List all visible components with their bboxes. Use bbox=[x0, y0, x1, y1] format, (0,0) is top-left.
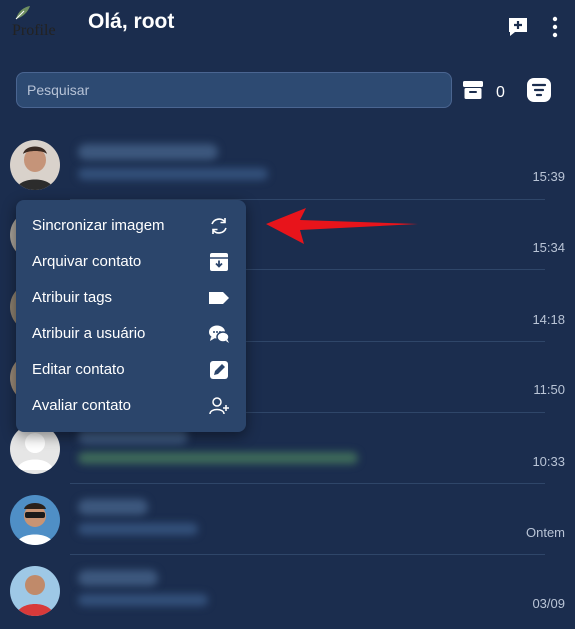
menu-item-label: Atribuir tags bbox=[32, 289, 113, 306]
blurred-message-preview bbox=[78, 594, 208, 606]
chat-time: 11:50 bbox=[533, 382, 565, 397]
pencil-icon bbox=[210, 361, 228, 379]
user-plus-icon bbox=[209, 397, 229, 415]
blurred-message-preview bbox=[78, 452, 358, 464]
chat-time: 10:33 bbox=[532, 454, 565, 469]
menu-item-label: Arquivar contato bbox=[32, 253, 142, 270]
profile-alt-text: Profile bbox=[12, 22, 56, 39]
archive-icon[interactable] bbox=[462, 79, 484, 101]
menu-item-label: Avaliar contato bbox=[32, 397, 131, 414]
profile-image[interactable]: Profile bbox=[10, 5, 60, 43]
new-chat-icon[interactable] bbox=[506, 15, 530, 39]
menu-item-archive-contact[interactable]: Arquivar contato bbox=[16, 244, 246, 280]
divider bbox=[70, 483, 545, 484]
menu-item-assign-tags[interactable]: Atribuir tags bbox=[16, 280, 246, 316]
menu-item-edit-contact[interactable]: Editar contato bbox=[16, 352, 246, 388]
contact-context-menu: Sincronizar imagem Arquivar contato Atri… bbox=[16, 200, 246, 432]
blurred-contact-name bbox=[78, 570, 158, 586]
avatar bbox=[10, 140, 60, 190]
chat-time: 15:39 bbox=[532, 169, 565, 184]
more-options-icon[interactable] bbox=[548, 15, 562, 39]
chat-time: 14:18 bbox=[532, 312, 565, 327]
sync-icon bbox=[211, 218, 227, 234]
menu-item-label: Editar contato bbox=[32, 361, 125, 378]
avatar bbox=[10, 495, 60, 545]
chat-time: Ontem bbox=[525, 525, 565, 540]
chat-list-item[interactable]: 15:39 bbox=[0, 130, 575, 200]
blurred-contact-name bbox=[78, 144, 218, 160]
leaf-icon bbox=[15, 6, 30, 20]
blurred-message-preview bbox=[78, 168, 268, 180]
search-input[interactable] bbox=[17, 73, 451, 107]
menu-item-rate-contact[interactable]: Avaliar contato bbox=[16, 388, 246, 424]
avatar bbox=[10, 566, 60, 616]
chat-list-item[interactable]: 03/09 bbox=[0, 556, 575, 626]
menu-item-label: Atribuir a usuário bbox=[32, 325, 146, 342]
filter-icon[interactable] bbox=[526, 77, 552, 103]
menu-item-sync-image[interactable]: Sincronizar imagem bbox=[16, 208, 246, 244]
tag-icon bbox=[209, 292, 229, 304]
menu-item-assign-user[interactable]: Atribuir a usuário bbox=[16, 316, 246, 352]
app-header: Profile Olá, root bbox=[0, 0, 575, 60]
search-field[interactable] bbox=[16, 72, 452, 108]
greeting-title: Olá, root bbox=[88, 10, 175, 33]
archived-count: 0 bbox=[496, 84, 505, 101]
chat-bubbles-icon bbox=[209, 325, 230, 343]
blurred-contact-name bbox=[78, 499, 148, 515]
menu-item-label: Sincronizar imagem bbox=[32, 217, 165, 234]
chat-time: 15:34 bbox=[532, 240, 565, 255]
divider bbox=[70, 554, 545, 555]
archive-icon bbox=[210, 253, 228, 271]
chat-list-item[interactable]: Ontem bbox=[0, 485, 575, 555]
chat-time: 03/09 bbox=[532, 596, 565, 611]
blurred-message-preview bbox=[78, 523, 198, 535]
annotation-arrow-icon bbox=[266, 208, 418, 244]
